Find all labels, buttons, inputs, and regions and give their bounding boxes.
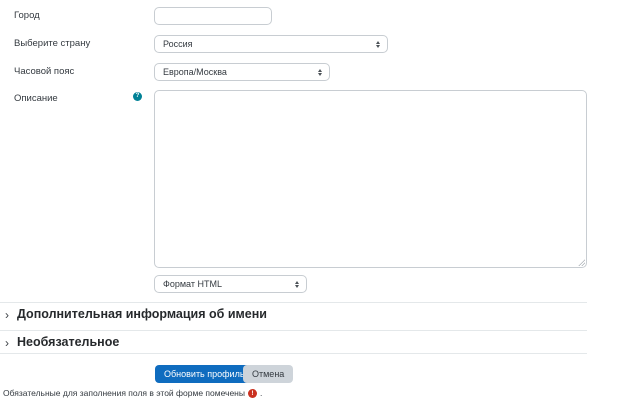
city-label: Город: [14, 10, 40, 21]
description-textarea[interactable]: [154, 90, 587, 268]
timezone-label: Часовой пояс: [14, 66, 74, 77]
divider: [0, 353, 587, 354]
select-arrows-icon: [374, 41, 381, 48]
select-arrows-icon: [316, 69, 323, 76]
cancel-button[interactable]: Отмена: [243, 365, 293, 383]
help-icon[interactable]: ?: [133, 92, 142, 101]
country-label: Выберите страну: [14, 38, 90, 49]
chevron-right-icon: ›: [5, 308, 9, 322]
format-select[interactable]: Формат HTML: [154, 275, 307, 293]
section-toggle-optional[interactable]: › Необязательное: [5, 335, 119, 350]
profile-edit-form: Город Выберите страну Россия Часовой поя…: [0, 0, 624, 406]
resize-handle-icon[interactable]: [578, 259, 585, 266]
required-fields-note: Обязательные для заполнения поля в этой …: [3, 388, 262, 398]
timezone-select-value: Европа/Москва: [163, 67, 227, 77]
section-toggle-additional-names[interactable]: › Дополнительная информация об имени: [5, 307, 267, 322]
required-icon: !: [248, 389, 257, 398]
section-title: Необязательное: [17, 335, 119, 350]
select-arrows-icon: [293, 281, 300, 288]
city-input[interactable]: [154, 7, 272, 25]
required-fields-text: Обязательные для заполнения поля в этой …: [3, 388, 245, 398]
divider: [0, 330, 587, 331]
timezone-select[interactable]: Европа/Москва: [154, 63, 330, 81]
country-select[interactable]: Россия: [154, 35, 388, 53]
section-title: Дополнительная информация об имени: [17, 307, 267, 322]
chevron-right-icon: ›: [5, 336, 9, 350]
update-profile-button[interactable]: Обновить профиль: [155, 365, 254, 383]
divider: [0, 302, 587, 303]
format-select-value: Формат HTML: [163, 279, 222, 289]
required-fields-suffix: .: [260, 388, 262, 398]
country-select-value: Россия: [163, 39, 193, 49]
description-label: Описание: [14, 93, 58, 104]
